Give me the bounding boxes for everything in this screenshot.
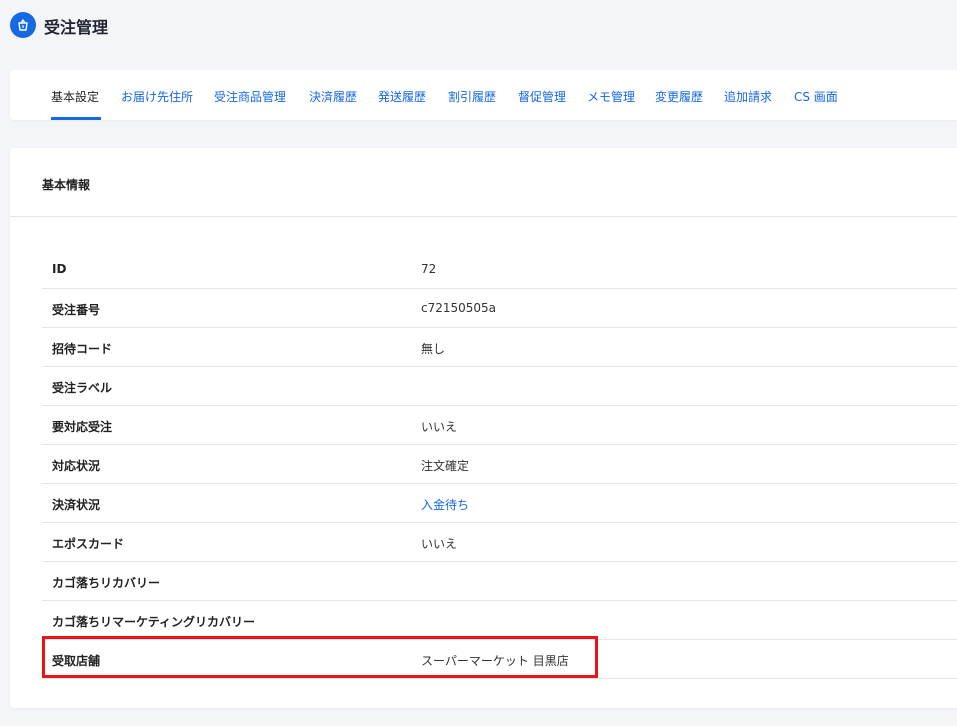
page-title: 受注管理 xyxy=(44,18,109,37)
info-row-pickup-store: 受取店舗 スーパーマーケット 目黒店 xyxy=(42,639,957,679)
info-row-epos-card: エポスカード いいえ xyxy=(42,522,957,562)
row-label: ID xyxy=(52,262,67,276)
row-value: スーパーマーケット 目黒店 xyxy=(421,654,569,668)
row-label: 要対応受注 xyxy=(52,420,113,434)
info-row-cart-recovery: カゴ落ちリカバリー xyxy=(42,561,957,601)
tab-dunning[interactable]: 督促管理 xyxy=(518,88,566,105)
row-value: 無し xyxy=(421,342,446,356)
tab-cs-screen[interactable]: CS 画面 xyxy=(794,88,838,105)
info-row-order-number: 受注番号 c72150505a xyxy=(42,288,957,328)
row-label: 受注番号 xyxy=(52,303,101,317)
row-label: 受注ラベル xyxy=(52,381,113,395)
tab-change-history[interactable]: 変更履歴 xyxy=(655,88,703,105)
row-label: 受取店舗 xyxy=(52,654,101,668)
row-label: カゴ落ちリカバリー xyxy=(52,576,161,590)
tab-bar: 基本設定 お届け先住所 受注商品管理 決済履歴 発送履歴 割引履歴 督促管理 メ… xyxy=(10,70,957,120)
payment-status-link[interactable]: 入金待ち xyxy=(421,496,469,513)
info-row-order-label: 受注ラベル xyxy=(42,366,957,406)
tab-discount-history[interactable]: 割引履歴 xyxy=(448,88,496,105)
tab-basic-settings[interactable]: 基本設定 xyxy=(51,88,99,105)
order-basket-icon xyxy=(10,12,36,38)
row-value: 72 xyxy=(421,262,437,276)
row-label: カゴ落ちリマーケティングリカバリー xyxy=(52,615,256,629)
row-label: 対応状況 xyxy=(52,459,101,473)
tab-shipping-history[interactable]: 発送履歴 xyxy=(378,88,426,105)
row-label: エポスカード xyxy=(52,537,125,551)
tab-payment-history[interactable]: 決済履歴 xyxy=(309,88,357,105)
info-row-invite-code: 招待コード 無し xyxy=(42,327,957,367)
row-value: 注文確定 xyxy=(421,459,470,473)
info-row-status: 対応状況 注文確定 xyxy=(42,444,957,484)
info-row-cart-remarketing-recovery: カゴ落ちリマーケティングリカバリー xyxy=(42,600,957,640)
info-row-needs-action: 要対応受注 いいえ xyxy=(42,405,957,445)
row-value: いいえ xyxy=(421,420,458,434)
page-header: 受注管理 xyxy=(0,0,957,54)
tab-order-items[interactable]: 受注商品管理 xyxy=(214,88,286,105)
basic-info-card: 基本情報 ID 72 受注番号 c72150505a 招待コード 無し 受注ラベ… xyxy=(10,148,957,708)
row-label: 決済状況 xyxy=(52,498,101,512)
row-value: c72150505a xyxy=(421,301,497,315)
tab-delivery-address[interactable]: お届け先住所 xyxy=(121,88,193,105)
tab-memo[interactable]: メモ管理 xyxy=(587,88,635,105)
active-tab-indicator xyxy=(51,117,101,120)
info-row-id: ID 72 xyxy=(42,249,957,289)
divider xyxy=(10,216,957,217)
tab-additional-billing[interactable]: 追加請求 xyxy=(724,88,772,105)
card-title: 基本情報 xyxy=(42,178,91,192)
row-value: いいえ xyxy=(421,537,458,551)
row-label: 招待コード xyxy=(52,342,113,356)
info-row-payment-status: 決済状況 入金待ち xyxy=(42,483,957,523)
